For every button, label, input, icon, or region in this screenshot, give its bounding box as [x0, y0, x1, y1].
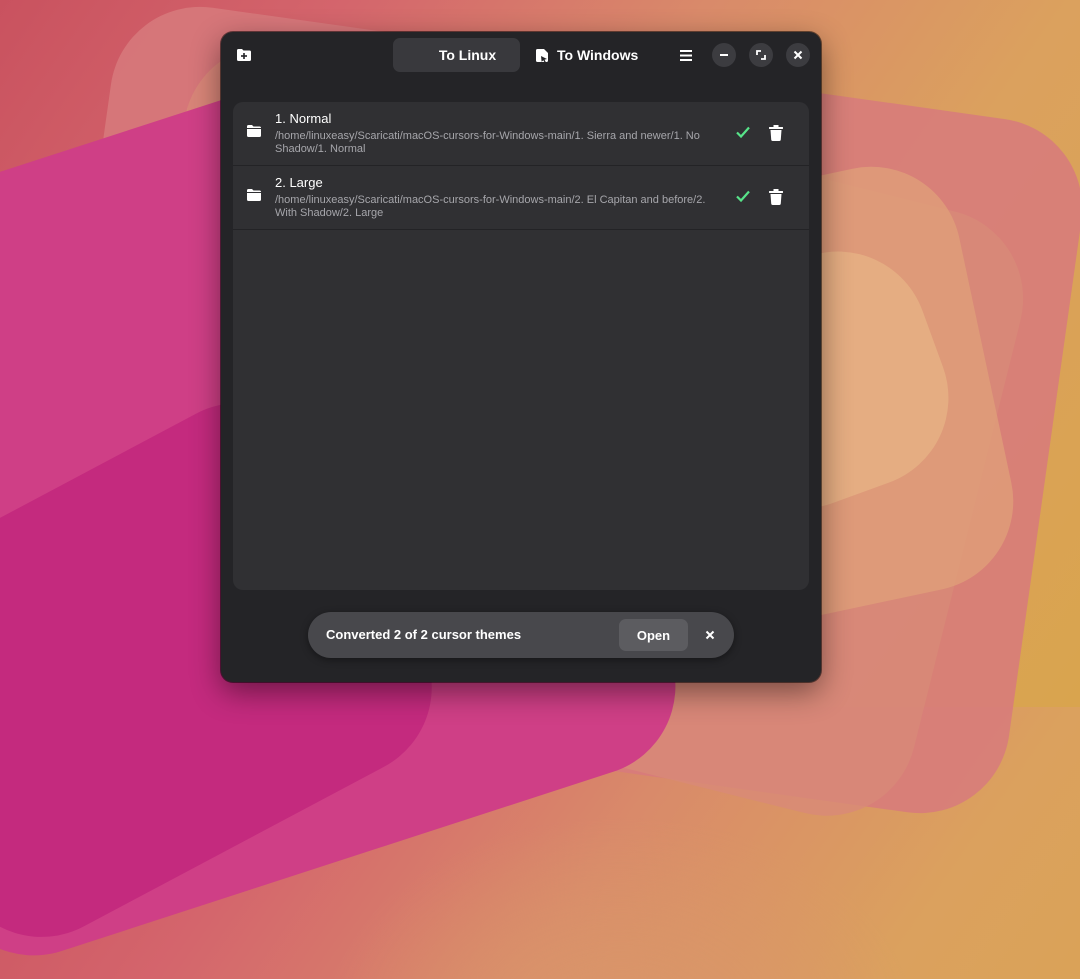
tab-label: To Windows [557, 47, 639, 63]
folder-icon [247, 125, 261, 137]
folder-icon [247, 189, 261, 201]
maximize-button[interactable] [749, 43, 773, 67]
trash-icon [769, 189, 783, 205]
windows-convert-icon [536, 48, 548, 63]
add-folder-button[interactable] [231, 42, 257, 68]
toast-notification: Converted 2 of 2 cursor themes Open [308, 612, 734, 658]
toast-message: Converted 2 of 2 cursor themes [326, 627, 522, 642]
checkmark-icon [736, 190, 750, 203]
list-item[interactable]: 1. Normal /home/linuxeasy/Scaricati/macO… [233, 102, 809, 166]
checkmark-icon [736, 126, 750, 139]
tab-to-linux[interactable]: To Linux [393, 38, 520, 72]
folder-add-icon [237, 49, 251, 61]
remove-theme-button[interactable] [766, 187, 786, 207]
list-item[interactable]: 2. Large /home/linuxeasy/Scaricati/macOS… [233, 166, 809, 230]
theme-name: 2. Large [275, 175, 323, 190]
close-icon [705, 630, 715, 640]
theme-path: /home/linuxeasy/Scaricati/macOS-cursors-… [275, 194, 706, 219]
trash-icon [769, 125, 783, 141]
dismiss-toast-button[interactable] [700, 625, 720, 645]
theme-list: 1. Normal /home/linuxeasy/Scaricati/macO… [233, 102, 809, 590]
app-window: To Linux To Windows 1. Normal /home/linu… [221, 32, 821, 682]
close-button[interactable] [786, 43, 810, 67]
main-menu-button[interactable] [673, 42, 699, 68]
open-button[interactable]: Open [619, 619, 688, 651]
tab-label: To Linux [438, 47, 497, 63]
hamburger-menu-icon [680, 49, 692, 61]
close-icon [793, 50, 803, 60]
theme-name: 1. Normal [275, 111, 332, 126]
minimize-button[interactable] [712, 43, 736, 67]
remove-theme-button[interactable] [766, 123, 786, 143]
maximize-icon [756, 50, 766, 60]
theme-path: /home/linuxeasy/Scaricati/macOS-cursors-… [275, 130, 700, 155]
minimize-icon [720, 54, 728, 56]
tab-to-windows[interactable]: To Windows [529, 38, 645, 72]
